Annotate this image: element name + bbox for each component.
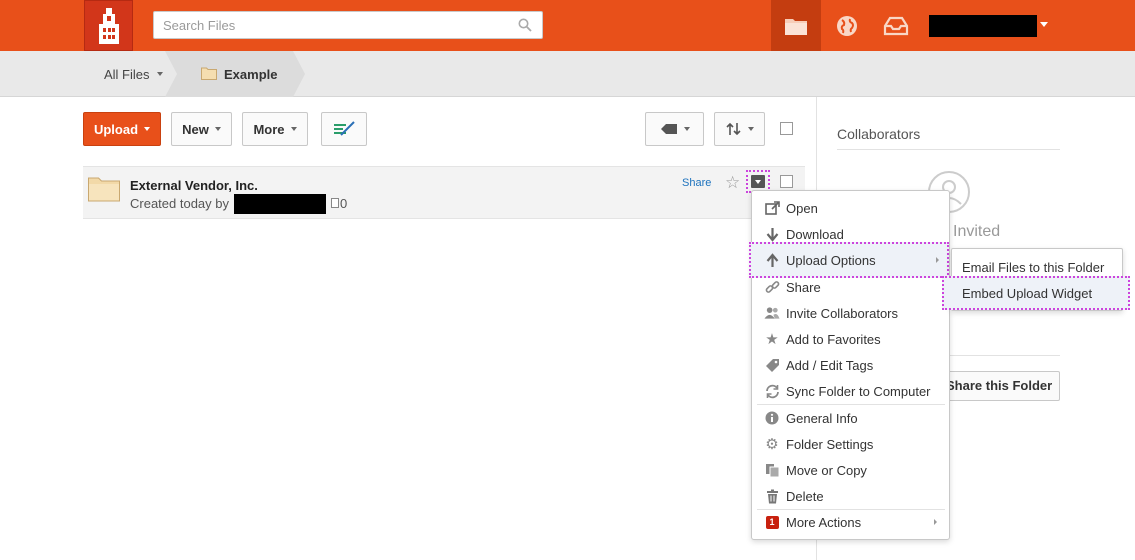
star-icon: ★ [765,331,779,348]
chevron-down-icon [751,175,765,188]
open-external-icon [764,200,780,216]
select-all-checkbox[interactable] [780,122,793,135]
menu-item-move-or-copy[interactable]: Move or Copy [757,458,945,482]
chevron-down-icon [214,127,221,131]
search-box [153,11,543,39]
trash-icon [764,488,780,504]
search-icon[interactable] [518,18,532,32]
chevron-right-icon [934,519,937,525]
upload-arrow-icon [764,252,780,268]
tower-icon [98,7,119,44]
search-input[interactable] [154,12,514,38]
menu-item-sync-folder[interactable]: Sync Folder to Computer [757,379,945,403]
file-count-icon [331,198,339,208]
upload-options-submenu: Email Files to this Folder Embed Upload … [942,248,1130,311]
user-menu-caret-icon[interactable] [1040,22,1048,27]
upload-button[interactable]: Upload [83,112,161,146]
more-button-label: More [253,121,285,137]
submenu-item-label: Embed Upload Widget [962,285,1093,301]
sign-button[interactable] [321,112,367,146]
menu-item-label: Invite Collaborators [786,305,898,321]
menu-item-label: Folder Settings [786,436,874,452]
menu-item-label: Open [786,200,818,216]
item-file-count: 0 [340,196,348,211]
breadcrumb-current[interactable]: Example [224,67,277,82]
breadcrumb-caret-icon[interactable] [157,72,163,76]
menu-item-label: Share [786,279,821,295]
gear-icon: ⚙ [765,436,779,453]
menu-item-general-info[interactable]: General Info [757,406,945,430]
new-button-label: New [182,121,209,137]
item-owner-redacted [234,194,326,214]
sync-icon [764,383,780,399]
new-button[interactable]: New [171,112,232,146]
menu-item-delete[interactable]: Delete [757,484,945,508]
signature-icon [334,121,355,136]
menu-item-upload-options[interactable]: Upload Options [749,242,949,278]
download-arrow-icon [764,226,780,242]
menu-item-label: Move or Copy [786,462,867,478]
chevron-down-icon [683,127,690,131]
nav-inbox-button[interactable] [872,0,920,51]
tag-filter-button[interactable] [645,112,704,146]
chevron-right-icon [936,257,939,263]
menu-item-share[interactable]: Share [757,275,945,299]
submenu-item-embed-upload-widget[interactable]: Embed Upload Widget [942,276,1130,310]
badge-icon: 1 [764,514,780,530]
sort-button[interactable] [714,112,765,146]
people-icon [764,305,780,321]
folder-icon [201,67,217,80]
item-checkbox[interactable] [780,175,793,188]
link-icon [764,279,780,295]
nav-globe-button[interactable] [825,0,869,51]
upload-button-label: Upload [93,121,139,137]
menu-divider [757,404,945,405]
menu-item-folder-settings[interactable]: ⚙ Folder Settings [757,432,945,456]
item-share-link[interactable]: Share [682,177,711,189]
divider [837,149,1060,150]
info-icon [764,410,780,426]
item-name[interactable]: External Vendor, Inc. [130,178,258,193]
menu-item-label: Add to Favorites [786,331,881,347]
user-menu-button[interactable] [929,15,1037,37]
menu-item-label: Download [786,226,844,242]
more-button[interactable]: More [242,112,308,146]
chevron-down-icon [290,127,297,131]
folder-icon [785,18,807,35]
menu-item-label: Add / Edit Tags [786,357,874,373]
submenu-item-label: Email Files to this Folder [962,259,1105,275]
tag-icon [660,124,677,134]
chevron-down-icon [747,127,754,131]
sort-icon [725,122,741,136]
university-tower-logo[interactable] [84,0,133,51]
collaborators-title: Collaborators [837,126,921,142]
globe-icon [837,15,857,36]
invited-text: Invited [953,223,1001,240]
file-list-row[interactable]: External Vendor, Inc. Created today by 0… [83,166,805,219]
top-navigation-bar [0,0,1135,51]
menu-item-label: Sync Folder to Computer [786,383,931,399]
menu-item-edit-tags[interactable]: Add / Edit Tags [757,353,945,377]
tag-icon [764,357,780,373]
nav-files-button[interactable] [771,0,821,51]
breadcrumb-all-files[interactable]: All Files [104,67,150,82]
favorite-star-icon[interactable]: ☆ [725,173,740,193]
menu-item-more-actions[interactable]: 1 More Actions [757,510,945,534]
menu-item-label: Delete [786,488,824,504]
item-created-text: Created today by [130,196,230,211]
breadcrumb: All Files Example [0,51,1135,97]
folder-icon [88,177,120,202]
menu-item-label: More Actions [786,514,862,530]
inbox-icon [883,16,909,35]
chevron-down-icon [144,127,151,131]
menu-item-label: General Info [786,410,858,426]
copy-icon [764,462,780,478]
menu-item-label: Upload Options [786,252,876,268]
menu-item-open[interactable]: Open [757,196,945,220]
item-context-menu: Open Download Upload Options Share Invit… [749,190,950,540]
more-actions-badge: 1 [765,515,779,529]
menu-item-invite-collaborators[interactable]: Invite Collaborators [757,301,945,325]
menu-item-add-to-favorites[interactable]: ★ Add to Favorites [757,327,945,351]
